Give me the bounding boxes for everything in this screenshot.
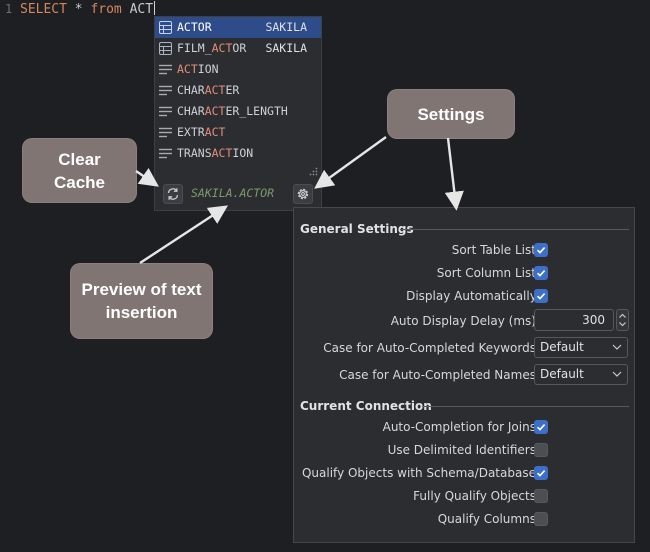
refresh-icon: [167, 188, 179, 200]
section-divider: [400, 229, 629, 230]
display-auto-label: Display Automatically:: [406, 289, 540, 303]
callout-line: Settings: [417, 104, 485, 124]
editor-line[interactable]: 1 SELECT * from ACT: [0, 0, 650, 18]
preview-callout: Preview of text insertion: [71, 264, 212, 338]
case-keywords-value: Default: [540, 340, 584, 354]
table-icon: [159, 21, 172, 34]
completion-settings-panel: General Settings Sort Table List: Sort C…: [293, 207, 635, 543]
arrow-preview: [139, 205, 229, 265]
case-keywords-select[interactable]: Default: [534, 337, 628, 358]
completion-item-label: TRANSACTION: [177, 146, 254, 160]
chevron-down-icon: [612, 344, 622, 350]
keyword-icon: [159, 127, 172, 138]
clear-cache-callout: Clear Cache: [23, 139, 136, 202]
completion-item-character-length[interactable]: CHARACTER_LENGTH: [155, 101, 321, 122]
joins-label: Auto-Completion for Joins:: [382, 420, 540, 434]
arrow-settings-panel: [444, 137, 464, 211]
completion-item-transaction[interactable]: TRANSACTION: [155, 143, 321, 164]
case-names-select[interactable]: Default: [534, 364, 628, 385]
completion-item-actor[interactable]: ACTOR SAKILA: [155, 17, 321, 38]
checkmark-icon: [536, 293, 546, 300]
qualify-columns-checkbox[interactable]: [534, 512, 548, 526]
clear-cache-button[interactable]: [163, 184, 183, 204]
completion-footer: SAKILA.ACTOR: [155, 177, 321, 211]
checkmark-icon: [536, 247, 546, 254]
fully-qualify-label: Fully Qualify Objects:: [413, 489, 540, 503]
resize-grip-icon[interactable]: [309, 167, 318, 176]
qualify-columns-label: Qualify Columns:: [437, 512, 540, 526]
completion-item-label: ACTOR: [177, 20, 212, 34]
line-number: 1: [5, 2, 13, 16]
auto-delay-label: Auto Display Delay (ms):: [390, 314, 540, 328]
auto-delay-spinner[interactable]: [616, 309, 629, 331]
completion-item-action[interactable]: ACTION: [155, 59, 321, 80]
arrow-settings-gear: [314, 136, 387, 189]
case-names-label: Case for Auto-Completed Names:: [339, 368, 540, 382]
case-keywords-label: Case for Auto-Completed Keywords:: [323, 341, 540, 355]
completion-popup[interactable]: ACTOR SAKILA FILM_ACTOR SAKILA ACTION CH…: [154, 16, 322, 211]
section-divider: [422, 406, 629, 407]
partial-identifier: ACT: [129, 2, 154, 17]
fully-qualify-checkbox[interactable]: [534, 489, 548, 503]
current-connection-title: Current Connection: [300, 399, 432, 413]
general-settings-title: General Settings: [300, 222, 414, 236]
from-keyword: from: [90, 2, 122, 17]
completion-item-schema: SAKILA: [265, 41, 307, 55]
completion-list[interactable]: ACTOR SAKILA FILM_ACTOR SAKILA ACTION CH…: [155, 17, 321, 164]
completion-item-character[interactable]: CHARACTER: [155, 80, 321, 101]
case-names-value: Default: [540, 367, 584, 381]
joins-checkbox[interactable]: [534, 420, 548, 434]
checkmark-icon: [536, 424, 546, 431]
checkmark-icon: [536, 470, 546, 477]
settings-button[interactable]: [293, 184, 313, 204]
auto-delay-input[interactable]: 300: [534, 309, 614, 331]
completion-item-label: CHARACTER: [177, 83, 240, 97]
settings-callout: Settings: [388, 90, 514, 138]
completion-item-film-actor[interactable]: FILM_ACTOR SAKILA: [155, 38, 321, 59]
sort-table-label: Sort Table List:: [451, 243, 540, 257]
sort-table-checkbox[interactable]: [534, 243, 548, 257]
delimited-label: Use Delimited Identifiers:: [387, 443, 540, 457]
completion-item-label: CHARACTER_LENGTH: [177, 104, 288, 118]
qualify-schema-label: Qualify Objects with Schema/Database:: [301, 466, 540, 480]
keyword-icon: [159, 148, 172, 159]
callout-line: Clear: [58, 149, 101, 169]
completion-item-schema: SAKILA: [265, 20, 307, 34]
callout-line: Cache: [53, 172, 106, 192]
chevron-down-icon: [612, 371, 622, 377]
star-token: *: [74, 2, 83, 17]
sort-column-label: Sort Column List:: [436, 266, 540, 280]
keyword-icon: [159, 106, 172, 117]
completion-item-label: ACTION: [177, 62, 219, 76]
keyword-icon: [159, 64, 172, 75]
gear-icon: [297, 188, 309, 200]
checkmark-icon: [536, 270, 546, 277]
arrow-clear-cache: [135, 167, 159, 187]
display-auto-checkbox[interactable]: [534, 289, 548, 303]
insertion-preview: SAKILA.ACTOR: [191, 186, 275, 200]
delimited-checkbox[interactable]: [534, 443, 548, 457]
sort-column-checkbox[interactable]: [534, 266, 548, 280]
spinner-arrows-icon: [619, 313, 626, 327]
completion-item-label: EXTRACT: [177, 125, 226, 139]
sql-code[interactable]: SELECT * from ACT: [20, 1, 156, 18]
qualify-schema-checkbox[interactable]: [534, 466, 548, 480]
callout-line: Preview of text: [81, 280, 202, 299]
callout-line: insertion: [105, 303, 178, 322]
select-keyword: SELECT: [20, 2, 67, 17]
text-cursor: [154, 1, 156, 15]
completion-item-extract[interactable]: EXTRACT: [155, 122, 321, 143]
keyword-icon: [159, 85, 172, 96]
table-icon: [159, 42, 172, 55]
completion-item-label: FILM_ACTOR: [177, 41, 247, 55]
